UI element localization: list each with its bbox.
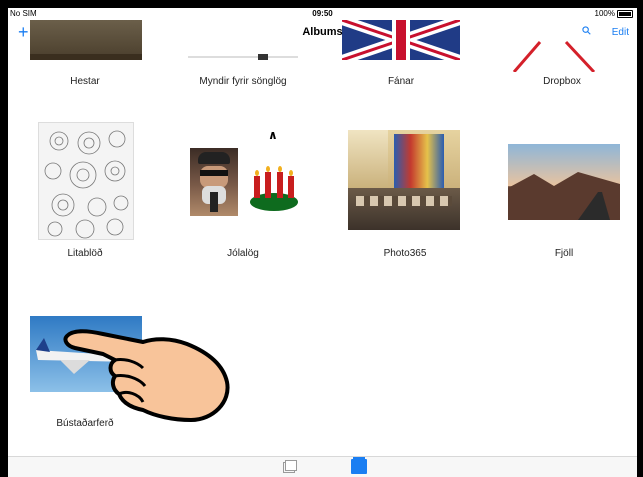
albums-tab-icon[interactable] (351, 457, 367, 474)
album-label-jolalog: Jólalög (227, 248, 259, 259)
battery-icon (617, 9, 633, 18)
screen: No SIM 09:50 100% + Albums Edit Hestar M… (8, 8, 637, 477)
battery-indicator: 100% (595, 9, 633, 18)
album-thumb-jolalog[interactable]: ∧ (188, 128, 304, 218)
pointing-hand-icon (63, 329, 230, 422)
album-label-photo365: Photo365 (383, 248, 427, 259)
album-label-hestar: Hestar (70, 76, 100, 87)
mountain-road-image (508, 172, 620, 220)
navigation-bar: + Albums Edit (8, 20, 637, 42)
battery-percent: 100% (594, 9, 615, 18)
search-icon[interactable] (582, 26, 591, 35)
tab-bar (8, 456, 637, 477)
album-label-fanar: Fánar (387, 76, 415, 87)
album-label-dropbox: Dropbox (543, 76, 581, 87)
album-thumb-litablod[interactable] (38, 122, 134, 240)
clock-label: 09:50 (312, 9, 333, 18)
edit-button[interactable]: Edit (612, 27, 629, 38)
album-thumb-fjoll[interactable] (508, 144, 620, 220)
album-label-fjoll: Fjöll (554, 248, 574, 259)
album-label-litablod: Litablöð (67, 248, 103, 259)
photos-tab-icon[interactable] (283, 460, 297, 473)
page-title: Albums (302, 26, 343, 38)
coloring-page-image (44, 130, 129, 239)
status-bar: No SIM 09:50 100% (8, 8, 637, 20)
advent-wreath-image (250, 166, 298, 211)
album-label-songlog: Myndir fyrir sönglög (199, 76, 287, 87)
album-thumb-photo365[interactable] (348, 130, 460, 230)
caret-mark: ∧ (268, 128, 278, 142)
